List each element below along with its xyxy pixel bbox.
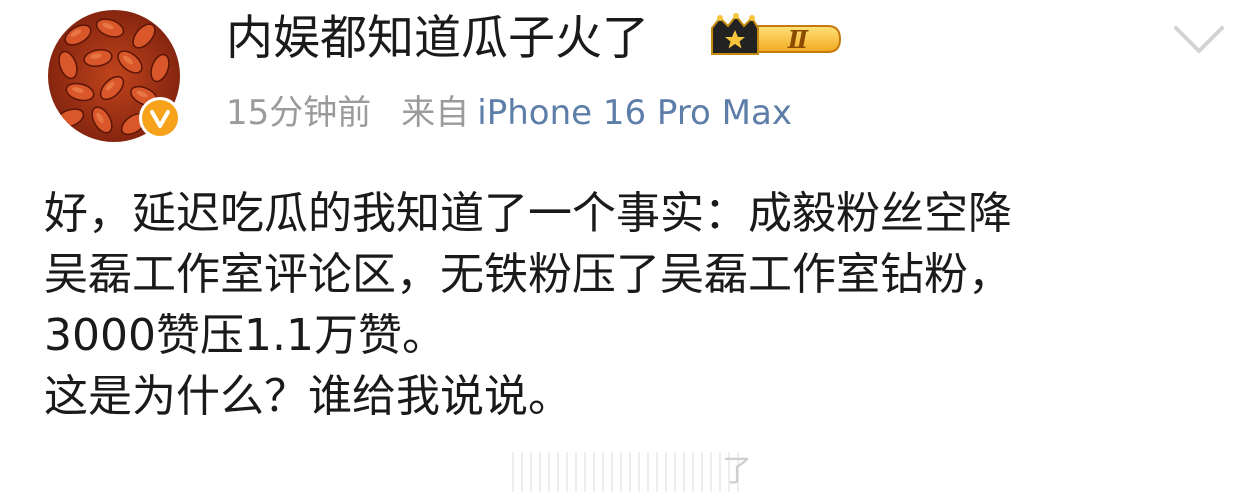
post-meta: 15分钟前 来自 iPhone 16 Pro Max: [226, 88, 792, 138]
verified-v-icon: [139, 97, 181, 139]
weibo-post-card: 内娱都知道瓜子火了 Ⅱ 15分钟前 来自 iPhone 16 Pro Max 好…: [0, 0, 1260, 503]
content-line: 好，延迟吃瓜的我知道了一个事实：成毅粉丝空降: [44, 188, 1012, 239]
author-name[interactable]: 内娱都知道瓜子火了: [226, 10, 649, 68]
content-line: 3000赞压1.1万赞。: [44, 310, 446, 361]
watermark-text: 了: [722, 454, 752, 489]
crown-icon: [711, 13, 759, 55]
watermark-stripes: [512, 452, 740, 492]
content-line: 这是为什么？谁给我说说。: [44, 371, 572, 422]
post-content: 好，延迟吃瓜的我知道了一个事实：成毅粉丝空降 吴磊工作室评论区，无铁粉压了吴磊工…: [44, 183, 1244, 427]
fan-level-badge[interactable]: Ⅱ: [706, 12, 842, 66]
source-prefix: 来自: [401, 93, 470, 133]
post-time: 15分钟前: [226, 93, 372, 133]
source-device-link[interactable]: iPhone 16 Pro Max: [477, 93, 792, 133]
level-text: Ⅱ: [787, 25, 809, 54]
chevron-down-icon[interactable]: [1170, 20, 1228, 58]
content-line: 吴磊工作室评论区，无铁粉压了吴磊工作室钻粉，: [44, 249, 1012, 300]
